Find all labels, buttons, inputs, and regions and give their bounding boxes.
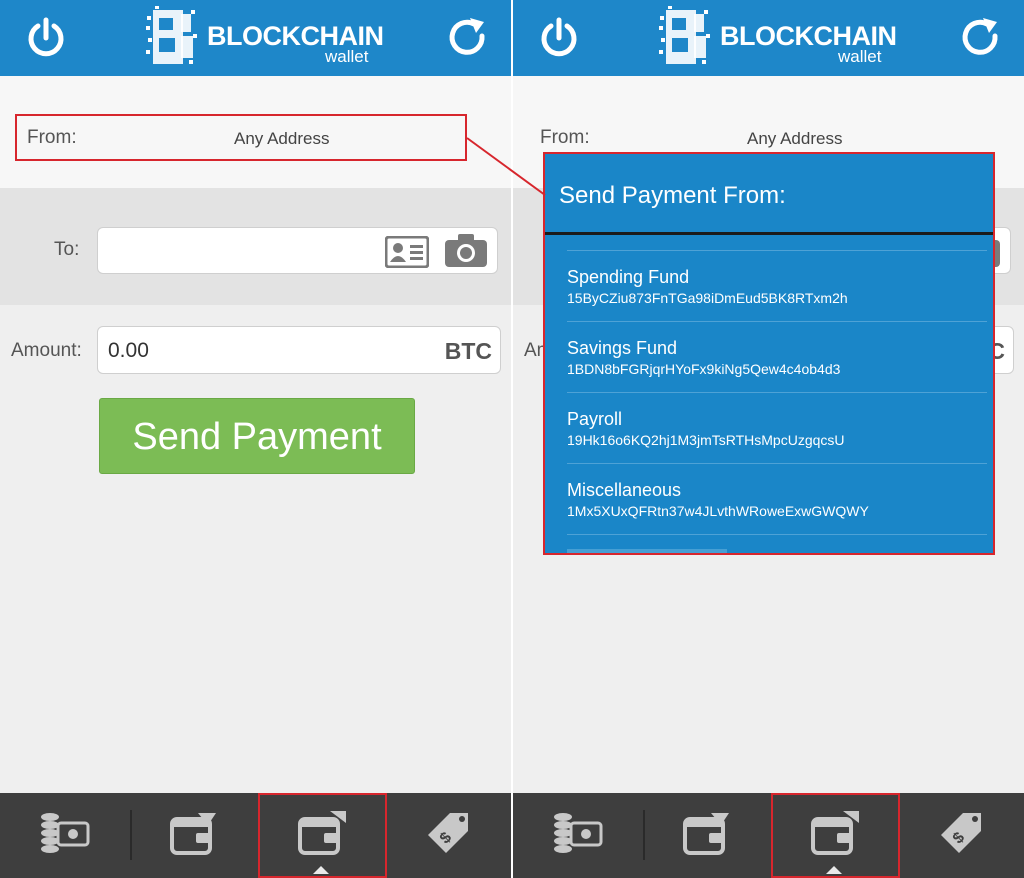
- send-screen-left: BLOCKCHAIN wallet From: Any Address To: …: [0, 0, 511, 878]
- dialog-title: Send Payment From:: [559, 182, 786, 209]
- address-option-savings-fund[interactable]: Savings Fund 1BDN8bFGRjqrHYoFx9kiNg5Qew4…: [567, 322, 987, 392]
- list-overflow-hint: [567, 549, 727, 553]
- logo-mark-icon: [659, 6, 710, 64]
- bottom-tab-bar: $: [0, 793, 511, 878]
- logo-subtitle: wallet: [325, 47, 369, 66]
- coins-icon: [554, 813, 603, 853]
- address-hash: 1BDN8bFGRjqrHYoFx9kiNg5Qew4c4ob4d3: [567, 361, 841, 377]
- address-label: Payroll: [567, 409, 623, 429]
- wallet-receive-icon: [170, 813, 216, 855]
- logo-mark-icon: [146, 6, 197, 64]
- price-tag-icon: $: [941, 813, 981, 853]
- send-screen-right: BLOCKCHAIN wallet From: Any Address To: …: [513, 0, 1024, 878]
- to-label: To:: [54, 239, 80, 260]
- app-header: BLOCKCHAIN wallet: [0, 0, 511, 76]
- send-from-dialog: Send Payment From: Spending Fund 15ByCZi…: [543, 152, 995, 555]
- address-hash: 1Mx5XUxQFRtn37w4JLvthWRoweExwGWQWY: [567, 503, 869, 519]
- tab-balance[interactable]: [0, 793, 128, 878]
- amount-input[interactable]: 0.00 BTC: [97, 326, 501, 374]
- coins-icon: [41, 813, 90, 853]
- amount-value: 0.00: [108, 339, 149, 362]
- from-highlight-box: [15, 114, 467, 161]
- app-header: BLOCKCHAIN wallet: [513, 0, 1024, 76]
- amount-label: Amount:: [11, 340, 82, 361]
- bottom-tab-bar: $: [513, 793, 1024, 878]
- refresh-icon[interactable]: [446, 16, 490, 60]
- address-label: Spending Fund: [567, 267, 690, 287]
- logo-subtitle: wallet: [838, 47, 882, 66]
- to-address-input[interactable]: [97, 227, 498, 274]
- from-address-selector[interactable]: Any Address: [747, 129, 842, 149]
- tab-balance[interactable]: [513, 793, 641, 878]
- tab-receive[interactable]: [130, 793, 258, 878]
- power-icon[interactable]: [24, 16, 68, 60]
- list-divider: [567, 534, 987, 535]
- price-tag-icon: $: [428, 813, 468, 853]
- active-tab-indicator: [826, 866, 842, 874]
- dialog-title-rule: [545, 232, 993, 235]
- active-tab-indicator: [313, 866, 329, 874]
- address-option-spending-fund[interactable]: Spending Fund 15ByCZiu873FnTGa98iDmEud5B…: [567, 251, 987, 321]
- power-icon[interactable]: [537, 16, 581, 60]
- currency-unit[interactable]: BTC: [445, 338, 492, 365]
- from-label: From:: [540, 127, 590, 148]
- address-label: Savings Fund: [567, 338, 678, 358]
- refresh-icon[interactable]: [959, 16, 1003, 60]
- address-label: Miscellaneous: [567, 480, 682, 500]
- logo-title: BLOCKCHAIN: [720, 21, 897, 51]
- to-row: To:: [0, 188, 511, 305]
- camera-icon[interactable]: [444, 232, 488, 268]
- address-option-miscellaneous[interactable]: Miscellaneous 1Mx5XUxQFRtn37w4JLvthWRowe…: [567, 464, 987, 534]
- address-list: Spending Fund 15ByCZiu873FnTGa98iDmEud5B…: [567, 250, 987, 535]
- blockchain-logo: BLOCKCHAIN wallet: [145, 6, 385, 70]
- logo-title: BLOCKCHAIN: [207, 21, 384, 51]
- wallet-receive-icon: [683, 813, 729, 855]
- address-hash: 15ByCZiu873FnTGa98iDmEud5BK8RTxm2h: [567, 290, 848, 306]
- send-payment-button[interactable]: Send Payment: [99, 398, 415, 474]
- tab-receive[interactable]: [643, 793, 771, 878]
- tab-merchant[interactable]: $: [899, 793, 1024, 878]
- address-hash: 19Hk16o6KQ2hj1M3jmTsRTHsMpcUzgqcsU: [567, 432, 845, 448]
- address-book-icon[interactable]: [385, 236, 429, 268]
- blockchain-logo: BLOCKCHAIN wallet: [658, 6, 898, 70]
- tab-merchant[interactable]: $: [386, 793, 511, 878]
- address-option-payroll[interactable]: Payroll 19Hk16o6KQ2hj1M3jmTsRTHsMpcUzgqc…: [567, 393, 987, 463]
